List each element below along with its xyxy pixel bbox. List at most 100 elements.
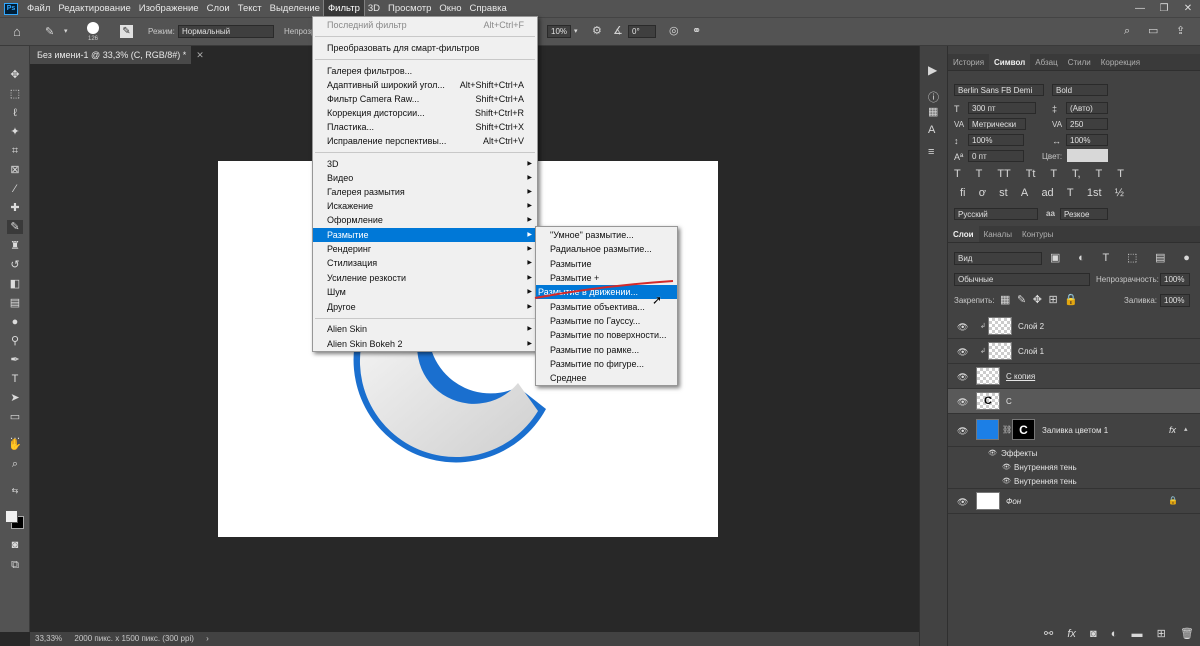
link-layers-icon[interactable]: ⚯	[1044, 628, 1053, 642]
text-color-swatch[interactable]	[1067, 149, 1108, 162]
ordinals-button[interactable]: 1st	[1087, 187, 1102, 200]
chevron-right-icon[interactable]: ›	[206, 634, 209, 643]
ligature-button[interactable]: fi	[960, 187, 966, 200]
menu-filter[interactable]: Фильтр	[322, 0, 365, 18]
all-caps-button[interactable]: TT	[997, 168, 1010, 181]
menu-item-shape-blur[interactable]: Размытие по фигуре...	[536, 357, 677, 371]
home-icon[interactable]: ⌂	[13, 25, 21, 38]
menu-type[interactable]: Текст	[234, 0, 266, 17]
menu-item-convert-smart-filters[interactable]: Преобразовать для смарт-фильтров	[313, 41, 537, 55]
move-tool-icon[interactable]: ✥	[7, 68, 23, 82]
stylistic-alternates-button[interactable]: ad	[1041, 187, 1053, 200]
share-icon[interactable]: ⇪	[1176, 25, 1185, 37]
pressure-icon[interactable]: ◎	[669, 25, 679, 37]
adjustments-panel-icon[interactable]: ≡	[928, 146, 934, 158]
eye-icon[interactable]: 👁	[957, 497, 968, 508]
path-selection-tool-icon[interactable]: ➤	[7, 391, 23, 405]
zoom-tool-icon[interactable]: ⌕	[7, 457, 23, 471]
blur-tool-icon[interactable]: ●	[7, 315, 23, 329]
menu-item-simple-blur[interactable]: Размытие	[536, 257, 677, 271]
superscript-button[interactable]: T	[1050, 168, 1057, 181]
magic-wand-tool-icon[interactable]: ✦	[7, 125, 23, 139]
menu-view[interactable]: Просмотр	[384, 0, 435, 17]
small-caps-button[interactable]: Tt	[1026, 168, 1036, 181]
brush-preset-icon[interactable]: ✎	[45, 26, 54, 38]
menu-item-average[interactable]: Среднее	[536, 371, 677, 385]
baseline-field[interactable]: 0 пт	[968, 150, 1024, 162]
alternate-ligature-button[interactable]: ơ	[979, 187, 986, 200]
symmetry-icon[interactable]: ⚭	[692, 25, 701, 37]
dodge-tool-icon[interactable]: ⚲	[7, 334, 23, 348]
font-style-select[interactable]: Bold	[1052, 84, 1108, 96]
properties-panel-icon[interactable]: ▦	[928, 106, 938, 118]
menu-item-lens-correction[interactable]: Коррекция дисторсии... Shift+Ctrl+R	[313, 106, 537, 120]
menu-item-radial-blur[interactable]: Радиальное размытие...	[536, 242, 677, 256]
menu-help[interactable]: Справка	[466, 0, 511, 17]
menu-edit[interactable]: Редактирование	[54, 0, 134, 17]
menu-item-3d[interactable]: 3D ▶	[313, 157, 537, 171]
effect-row[interactable]: 👁 Внутренняя тень	[948, 461, 1200, 475]
eye-icon[interactable]: 👁	[1002, 463, 1011, 471]
close-window-icon[interactable]: ✕	[1176, 0, 1200, 17]
type-tool-icon[interactable]: T	[7, 372, 23, 386]
menu-item-other[interactable]: Другое ▶	[313, 300, 537, 314]
marquee-tool-icon[interactable]: ⬚	[7, 87, 23, 101]
antialias-select[interactable]: Резкое	[1060, 208, 1108, 220]
eye-icon[interactable]: 👁	[988, 449, 997, 457]
tab-character[interactable]: Символ	[989, 54, 1031, 70]
shape-tool-icon[interactable]: ▭	[7, 410, 23, 424]
foreground-color-swatch[interactable]	[5, 510, 18, 523]
brush-tip-icon[interactable]	[87, 22, 99, 34]
leading-field[interactable]: (Авто)	[1066, 102, 1108, 114]
tab-history[interactable]: История	[948, 54, 989, 70]
font-size-field[interactable]: 300 пт	[968, 102, 1036, 114]
font-family-select[interactable]: Berlin Sans FB Demi	[954, 84, 1044, 96]
crop-tool-icon[interactable]: ⌗	[7, 144, 23, 158]
tab-paragraph[interactable]: Абзац	[1030, 54, 1062, 70]
menu-select[interactable]: Выделение	[266, 0, 324, 17]
eye-icon[interactable]: 👁	[957, 372, 968, 383]
layer-row[interactable]: 👁 ↲ Слой 1	[948, 339, 1200, 364]
tab-styles[interactable]: Стили	[1063, 54, 1096, 70]
menu-item-adaptive-wide-angle[interactable]: Адаптивный широкий угол... Alt+Shift+Ctrl…	[313, 78, 537, 92]
chevron-up-icon[interactable]: ▴	[1184, 425, 1188, 433]
workspace-icon[interactable]: ▭	[1148, 25, 1158, 37]
fill-field[interactable]: 100%	[1160, 294, 1190, 307]
smoothing-field[interactable]: 10%	[547, 25, 571, 38]
adjustment-layer-icon[interactable]: ◐	[1111, 628, 1118, 642]
menu-item-liquify[interactable]: Пластика... Shift+Ctrl+X	[313, 120, 537, 134]
menu-window[interactable]: Окно	[435, 0, 465, 17]
menu-item-smart-blur[interactable]: "Умное" размытие...	[536, 228, 677, 242]
menu-item-stylize-design[interactable]: Оформление ▶	[313, 213, 537, 227]
pen-tool-icon[interactable]: ✒	[7, 353, 23, 367]
faux-italic-button[interactable]: T	[976, 168, 983, 181]
screen-mode-icon[interactable]: ⧉	[7, 558, 23, 572]
tracking-field[interactable]: 250	[1066, 118, 1108, 130]
lock-position-icon[interactable]: ✥	[1033, 294, 1042, 306]
frame-tool-icon[interactable]: ⊠	[7, 163, 23, 177]
menu-item-alien-skin-bokeh[interactable]: Alien Skin Bokeh 2 ▶	[313, 337, 537, 351]
menu-item-distort[interactable]: Искажение ▶	[313, 199, 537, 213]
play-icon[interactable]: ▶	[928, 64, 937, 76]
adjustment-filter-icon[interactable]: ◐	[1078, 252, 1085, 265]
fractions-button[interactable]: ½	[1115, 187, 1124, 200]
brush-tool-icon[interactable]: ✎	[7, 220, 23, 234]
tab-adjustments[interactable]: Коррекция	[1096, 54, 1145, 70]
fx-icon[interactable]: fx	[1169, 425, 1176, 435]
vertical-scale-field[interactable]: 100%	[968, 134, 1024, 146]
menu-item-video[interactable]: Видео ▶	[313, 171, 537, 185]
menu-item-alien-skin[interactable]: Alien Skin ▶	[313, 322, 537, 336]
pixel-filter-icon[interactable]: ▣	[1050, 252, 1060, 265]
menu-item-stylize[interactable]: Стилизация ▶	[313, 256, 537, 270]
layer-row[interactable]: 👁 ↲ Слой 2	[948, 314, 1200, 339]
eye-icon[interactable]: 👁	[957, 397, 968, 408]
shape-filter-icon[interactable]: ⬚	[1127, 252, 1137, 265]
menu-image[interactable]: Изображение	[135, 0, 203, 17]
lock-artboard-icon[interactable]: ⊞	[1048, 294, 1057, 306]
close-tab-icon[interactable]: ✕	[196, 50, 204, 60]
eraser-tool-icon[interactable]: ◧	[7, 277, 23, 291]
mode-select[interactable]: Нормальный	[178, 25, 274, 38]
menu-item-noise[interactable]: Шум ▶	[313, 285, 537, 299]
menu-item-camera-raw[interactable]: Фильтр Camera Raw... Shift+Ctrl+A	[313, 92, 537, 106]
titling-button[interactable]: T	[1067, 187, 1074, 200]
